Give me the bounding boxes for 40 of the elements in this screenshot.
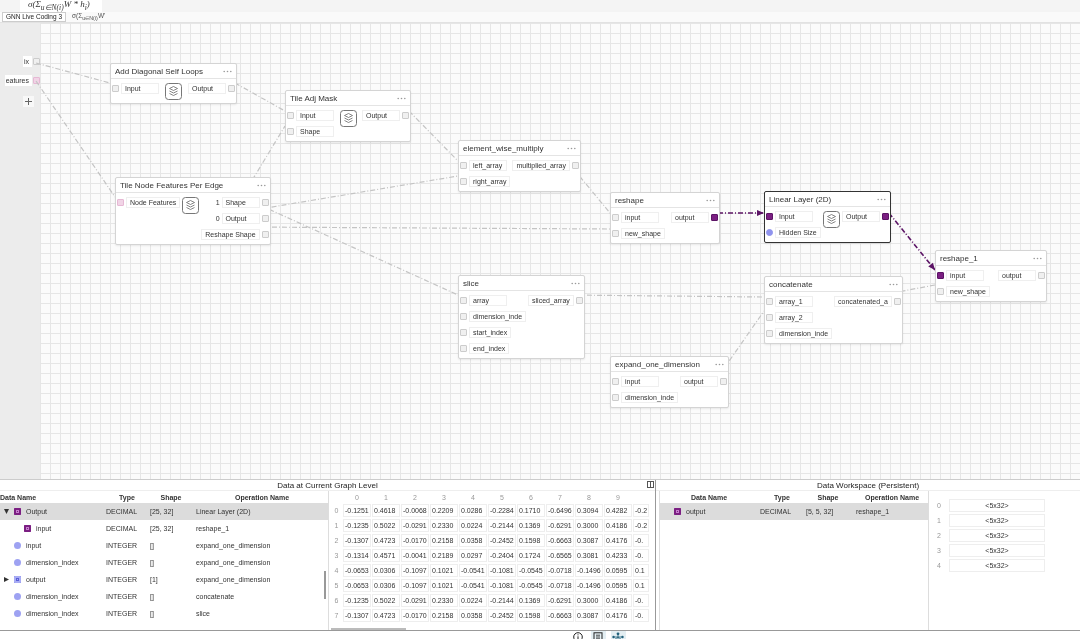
port-icon[interactable] bbox=[937, 271, 944, 279]
more-icon[interactable] bbox=[566, 146, 576, 150]
scrollbar[interactable] bbox=[324, 571, 326, 599]
list-icon[interactable] bbox=[590, 631, 606, 639]
more-icon[interactable] bbox=[715, 362, 725, 366]
port-icon[interactable] bbox=[766, 212, 773, 220]
cube-icon bbox=[822, 211, 840, 228]
panel-title: Data at Current Graph Level bbox=[277, 480, 378, 490]
info-icon[interactable] bbox=[570, 631, 586, 639]
node-title: Tile Adj Mask bbox=[290, 93, 338, 103]
more-icon[interactable] bbox=[256, 183, 266, 187]
node-title: expand_one_dimension bbox=[615, 359, 700, 369]
node-title: concatenate bbox=[769, 279, 813, 289]
more-icon[interactable] bbox=[397, 96, 406, 100]
node-title: reshape_1 bbox=[940, 253, 978, 263]
panel-toggle-icon[interactable] bbox=[647, 481, 654, 488]
node-title: element_wise_multiply bbox=[463, 143, 544, 153]
expander-icon[interactable] bbox=[4, 509, 9, 514]
cube-icon bbox=[165, 83, 182, 100]
node-title: Add Diagonal Self Loops bbox=[115, 66, 204, 76]
more-icon[interactable] bbox=[1033, 256, 1042, 260]
node-title: slice bbox=[463, 278, 479, 288]
port-icon[interactable] bbox=[711, 213, 718, 221]
node-title: Tile Node Features Per Edge bbox=[120, 180, 224, 190]
scrollbar[interactable] bbox=[331, 628, 406, 630]
cube-icon bbox=[182, 197, 200, 214]
more-icon[interactable] bbox=[706, 198, 715, 202]
more-icon[interactable] bbox=[888, 282, 898, 286]
expander-icon[interactable] bbox=[4, 577, 9, 582]
node-title: Linear Layer (2D) bbox=[769, 194, 832, 204]
node-title: reshape bbox=[615, 195, 644, 205]
more-icon[interactable] bbox=[877, 197, 886, 201]
cube-icon bbox=[339, 110, 357, 127]
add-icon[interactable] bbox=[23, 96, 34, 107]
more-icon[interactable] bbox=[223, 69, 232, 73]
formula-field[interactable]: σ(Σ$_{u∈N(i)}$W * h$_{i}$) bbox=[20, 0, 102, 13]
panel-title: Data Workspace (Persistent) bbox=[816, 480, 920, 490]
more-icon[interactable] bbox=[570, 281, 580, 285]
port-icon[interactable] bbox=[882, 212, 889, 220]
network-icon[interactable] bbox=[610, 631, 626, 639]
